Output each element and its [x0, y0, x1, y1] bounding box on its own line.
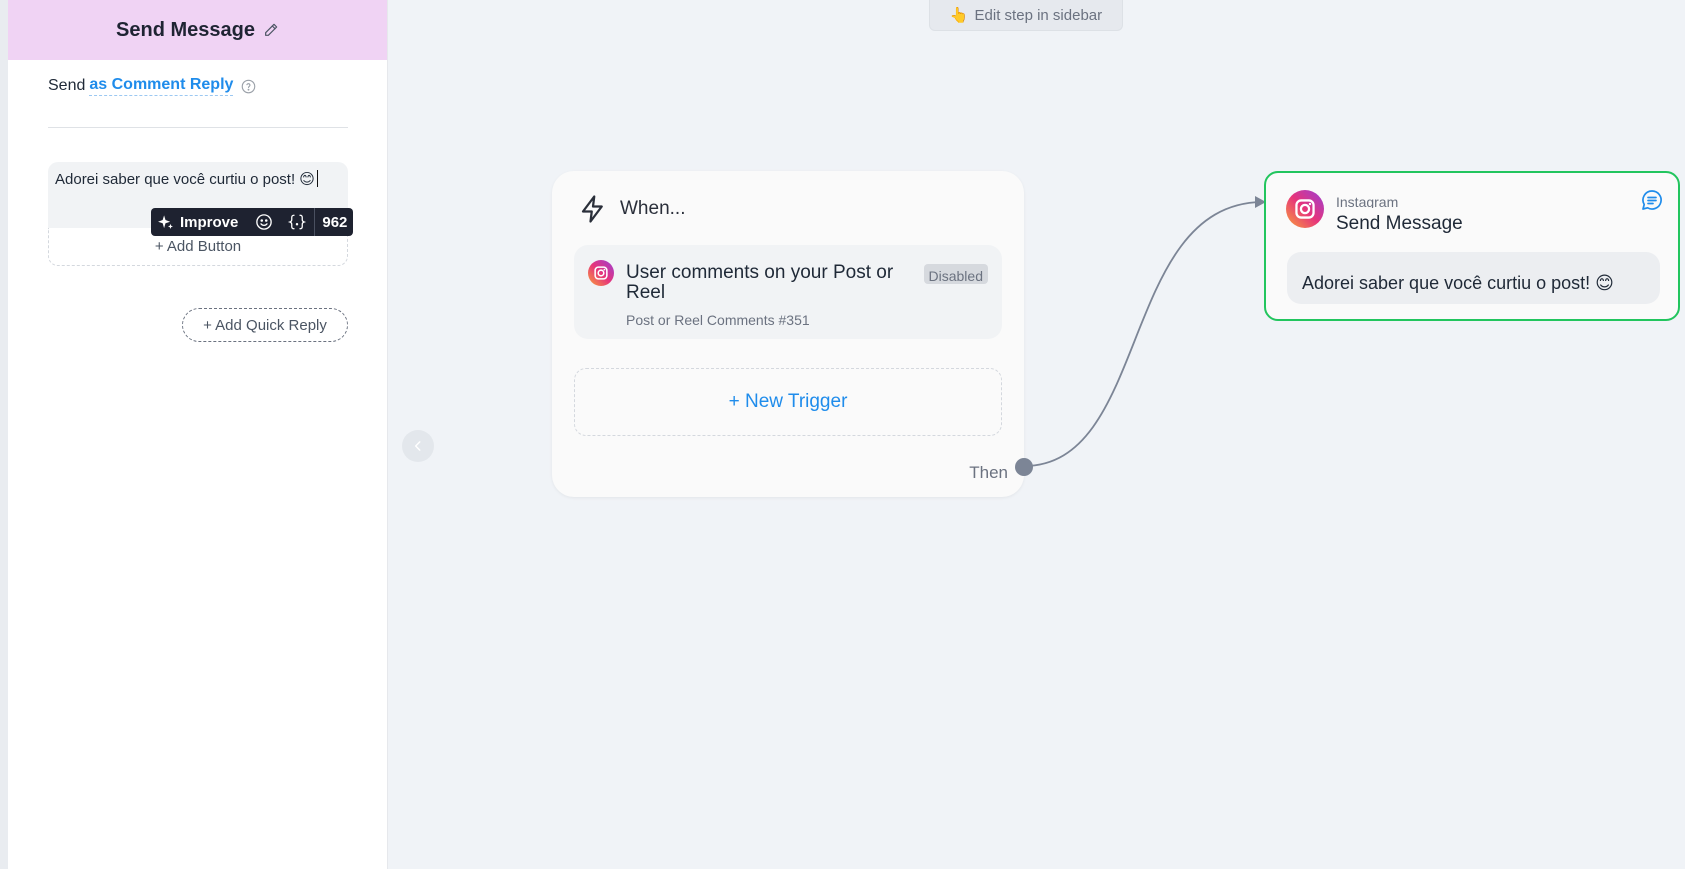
improve-label: Improve	[180, 213, 239, 231]
send-label: Send	[48, 77, 86, 94]
then-output-port[interactable]	[1015, 458, 1033, 476]
trigger-subtitle: Post or Reel Comments #351	[626, 312, 810, 326]
pointing-hand-icon: 👆	[949, 7, 969, 24]
text-cursor	[316, 170, 318, 187]
divider	[48, 127, 348, 128]
action-platform: Instagram	[1336, 194, 1399, 208]
send-message-card[interactable]: Instagram Send Message Adorei saber que …	[1264, 171, 1680, 321]
pencil-icon[interactable]	[263, 22, 279, 38]
lightning-icon	[581, 195, 603, 223]
status-badge: Disabled	[923, 264, 988, 284]
instagram-icon	[1286, 190, 1324, 228]
sidebar-edge	[0, 0, 8, 869]
new-trigger-button[interactable]: + New Trigger	[574, 368, 1002, 436]
edit-hint-text: Edit step in sidebar	[974, 6, 1103, 24]
help-icon[interactable]	[241, 79, 256, 94]
chat-bubble-icon	[1642, 190, 1662, 210]
emoji-button[interactable]	[248, 208, 280, 236]
sparkle-icon	[158, 214, 173, 229]
editor-toolbar: Improve 962	[151, 208, 354, 236]
emoji-icon	[256, 214, 273, 230]
when-label: When...	[620, 198, 686, 219]
when-header: When...	[578, 193, 685, 225]
send-mode-select[interactable]: as Comment Reply	[89, 76, 234, 96]
chevron-left-icon	[414, 441, 421, 451]
char-count: 962	[314, 208, 353, 236]
curly-braces-icon	[288, 214, 307, 230]
variable-button[interactable]	[280, 208, 314, 236]
add-quick-reply-button[interactable]: + Add Quick Reply	[182, 308, 348, 342]
improve-button[interactable]: Improve	[151, 214, 248, 231]
action-message-preview: Adorei saber que você curtiu o post! 😊	[1287, 252, 1660, 304]
send-mode-row: Send as Comment Reply	[48, 76, 256, 96]
collapse-sidebar-button[interactable]	[402, 430, 434, 462]
then-label: Then	[969, 463, 1008, 482]
trigger-item[interactable]: User comments on your Post or Reel Post …	[574, 245, 1002, 339]
step-title: Send Message	[116, 18, 255, 41]
trigger-card: When... User comments on your Post or Re…	[552, 171, 1024, 497]
instagram-icon	[588, 260, 614, 286]
message-text: Adorei saber que você curtiu o post! 😊	[55, 171, 315, 188]
trigger-title: User comments on your Post or Reel	[626, 263, 894, 299]
edit-hint-banner: 👆 Edit step in sidebar	[929, 0, 1123, 31]
sidebar-header: Send Message	[8, 0, 387, 60]
action-title: Send Message	[1336, 213, 1463, 233]
sidebar-panel: Send Message Send as Comment Reply Adore…	[8, 0, 388, 869]
